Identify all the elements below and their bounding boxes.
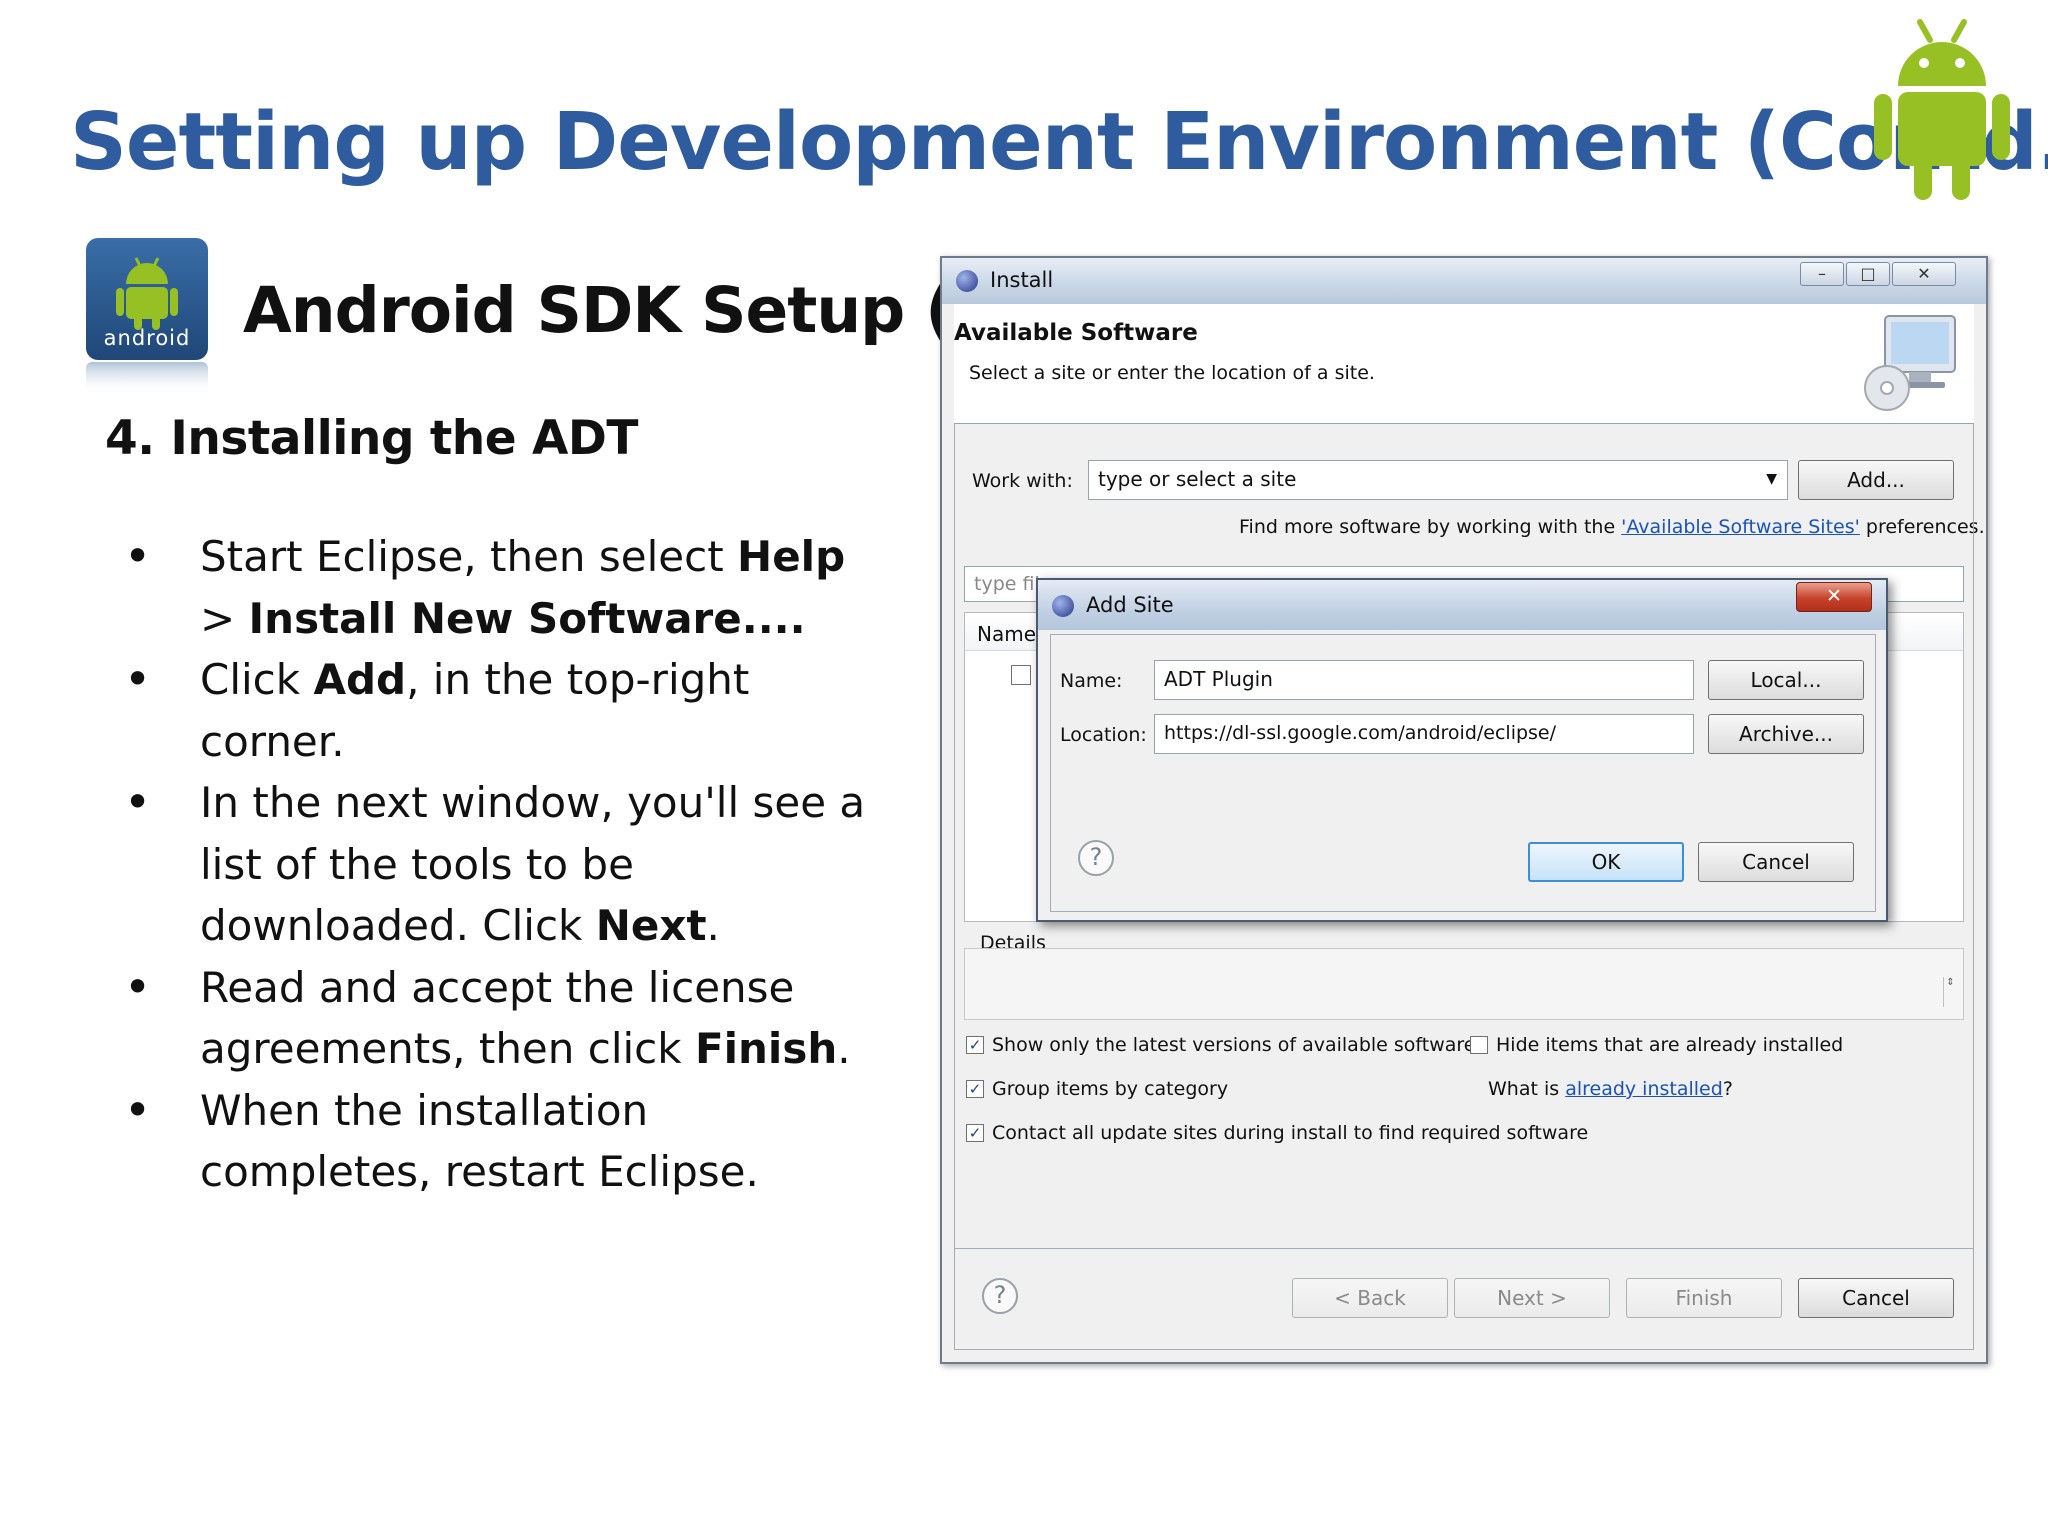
list-item: Click Add, in the top-right corner. [120,649,880,772]
header-panel: Available Software Select a site or ente… [954,304,1974,424]
list-item: Read and accept the license agreements, … [120,957,880,1080]
name-label: Name: [1060,670,1123,692]
install-titlebar[interactable]: Install – □ ✕ [942,258,1986,304]
add-site-titlebar[interactable]: Add Site ✕ [1038,580,1886,630]
list-item: In the next window, you'll see a list of… [120,772,880,957]
slide-title: Setting up Development Environment (Cont… [70,96,2048,188]
location-label: Location: [1060,724,1147,746]
next-button[interactable]: Next > [1454,1278,1610,1318]
add-site-dialog: Add Site ✕ Name: ADT Plugin Local... Loc… [1036,578,1888,922]
computer-cd-icon [1864,315,1956,411]
install-window-title: Install [990,268,1054,292]
list-item: Start Eclipse, then select Help > Instal… [120,526,880,649]
add-site-title: Add Site [1086,593,1174,617]
minimize-button[interactable]: – [1800,262,1844,286]
list-item: When the installation completes, restart… [120,1080,880,1203]
cancel-button[interactable]: Cancel [1698,842,1854,882]
android-robot-icon [1874,19,2010,200]
name-field[interactable]: ADT Plugin [1154,660,1694,700]
local-button[interactable]: Local... [1708,660,1864,700]
step-heading: 4. Installing the ADT [105,411,638,466]
help-icon[interactable]: ? [1078,840,1114,876]
close-button[interactable]: ✕ [1892,262,1956,286]
maximize-button[interactable]: □ [1846,262,1890,286]
eclipse-icon [956,270,978,292]
header-title: Available Software [954,320,1198,346]
section-heading: Android SDK Setup (4) [243,274,1025,347]
archive-button[interactable]: Archive... [1708,714,1864,754]
back-button[interactable]: < Back [1292,1278,1448,1318]
location-field[interactable]: https://dl-ssl.google.com/android/eclips… [1154,714,1694,754]
android-sdk-icon-label: android [103,326,191,350]
finish-button[interactable]: Finish [1626,1278,1782,1318]
help-icon[interactable]: ? [982,1278,1018,1314]
ok-button[interactable]: OK [1528,842,1684,882]
instruction-list: Start Eclipse, then select Help > Instal… [120,526,880,1203]
header-subtitle: Select a site or enter the location of a… [969,362,1375,384]
eclipse-icon [1052,595,1074,617]
close-icon[interactable]: ✕ [1796,582,1872,612]
cancel-button[interactable]: Cancel [1798,1278,1954,1318]
android-sdk-icon: android [84,236,210,396]
